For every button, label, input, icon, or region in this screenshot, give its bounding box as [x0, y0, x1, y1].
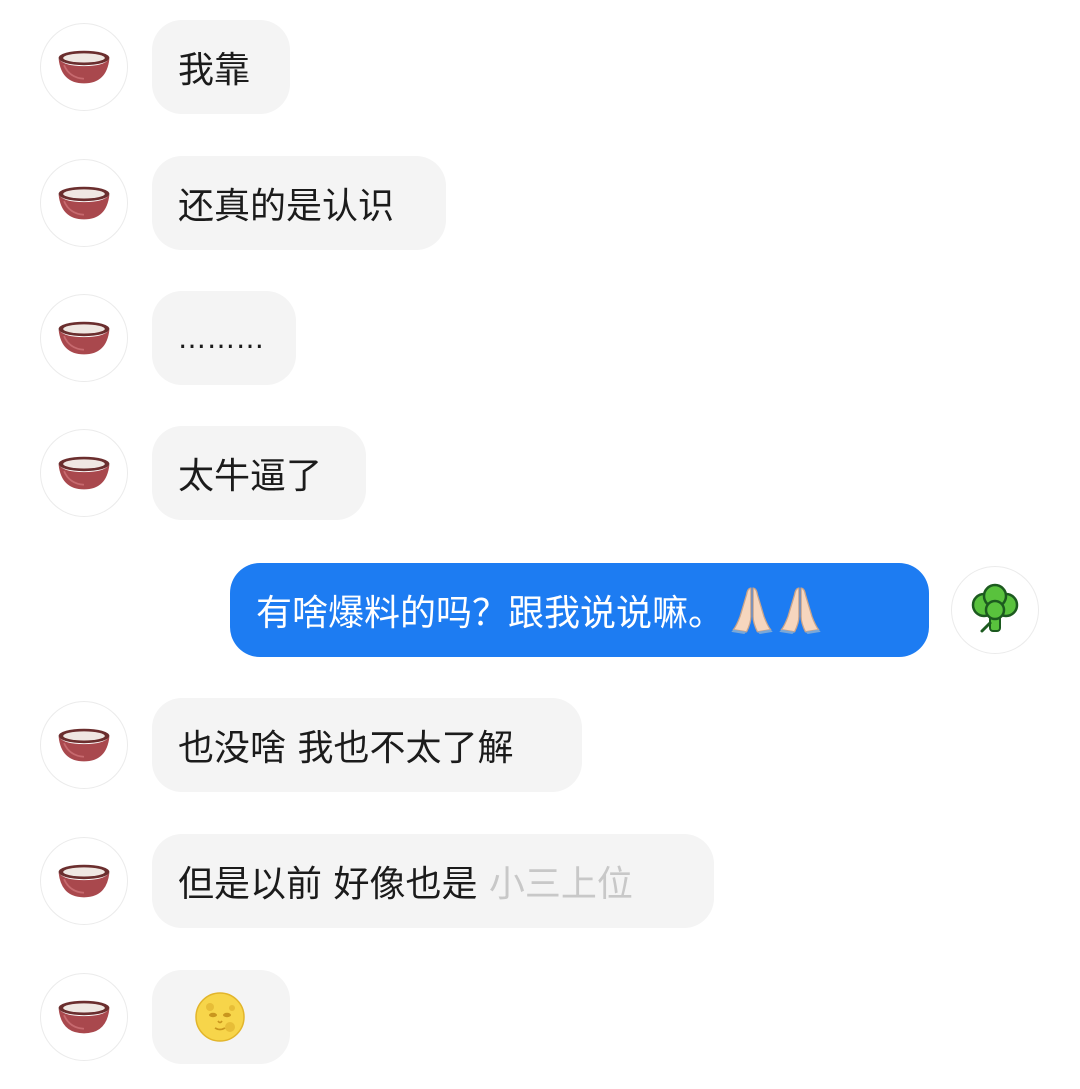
message-text: 但是以前 好像也是	[178, 864, 489, 905]
moon-face-emoji	[195, 992, 245, 1042]
broccoli-icon	[971, 583, 1019, 633]
contact-avatar[interactable]	[40, 429, 128, 517]
contact-avatar[interactable]	[40, 294, 128, 382]
message-text: 太牛逼了	[178, 456, 323, 497]
incoming-message-bubble[interactable]	[152, 970, 290, 1064]
bowl-icon	[55, 48, 113, 86]
faded-message-text: 小三上位	[488, 864, 633, 905]
message-text: 有啥爆料的吗？跟我说说嘛。	[256, 593, 725, 634]
bowl-icon	[55, 454, 113, 492]
message-text: 也没啥 我也不太了解	[178, 728, 514, 769]
incoming-message-bubble[interactable]: 太牛逼了	[152, 426, 366, 520]
contact-avatar[interactable]	[40, 159, 128, 247]
message-text: ………	[178, 321, 265, 355]
self-avatar[interactable]	[951, 566, 1039, 654]
incoming-message-bubble[interactable]: ………	[152, 291, 296, 385]
bowl-icon	[55, 998, 113, 1036]
incoming-message-bubble[interactable]: 但是以前 好像也是 小三上位	[152, 834, 714, 928]
bowl-icon	[55, 319, 113, 357]
bowl-icon	[55, 726, 113, 764]
folded-hands-emoji	[730, 586, 822, 634]
incoming-message-bubble[interactable]: 我靠	[152, 20, 290, 114]
contact-avatar[interactable]	[40, 973, 128, 1061]
bowl-icon	[55, 862, 113, 900]
incoming-message-bubble[interactable]: 也没啥 我也不太了解	[152, 698, 582, 792]
contact-avatar[interactable]	[40, 837, 128, 925]
message-text: 还真的是认识	[178, 186, 395, 227]
contact-avatar[interactable]	[40, 701, 128, 789]
message-text: 我靠	[178, 50, 251, 91]
incoming-message-bubble[interactable]: 还真的是认识	[152, 156, 446, 250]
contact-avatar[interactable]	[40, 23, 128, 111]
bowl-icon	[55, 184, 113, 222]
outgoing-message-bubble[interactable]: 有啥爆料的吗？跟我说说嘛。	[230, 563, 929, 657]
